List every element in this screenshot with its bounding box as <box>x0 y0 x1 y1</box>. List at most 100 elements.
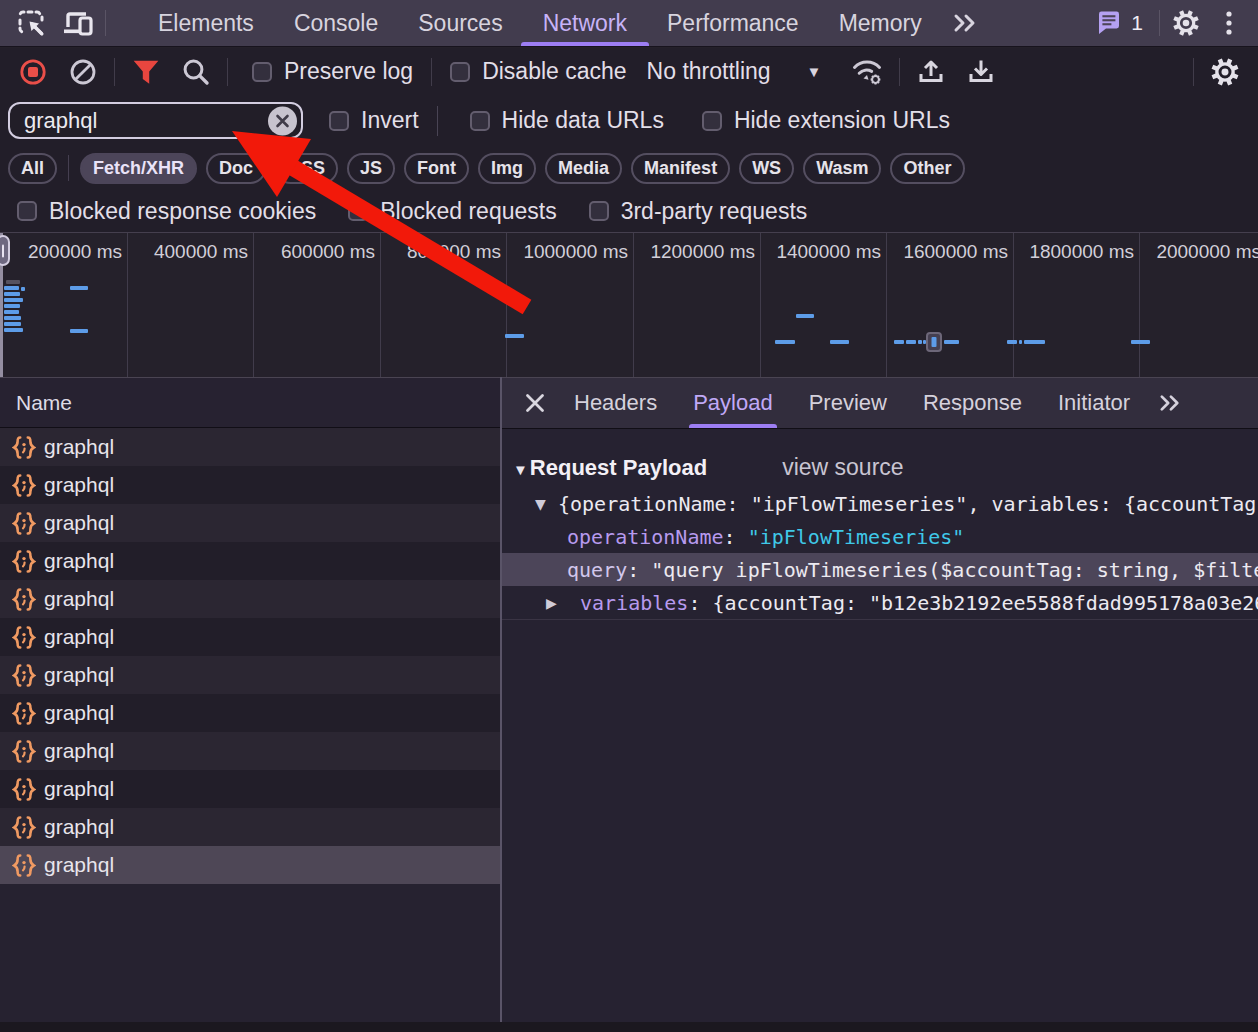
disable-cache-checkbox[interactable] <box>450 62 470 82</box>
export-har-button[interactable] <box>956 50 1006 94</box>
hide-data-urls-label: Hide data URLs <box>502 107 664 134</box>
payload-query-line[interactable]: query: "query ipFlowTimeseries($accountT… <box>502 553 1258 586</box>
type-chip-wasm[interactable]: Wasm <box>803 153 881 184</box>
more-details-tabs-button[interactable] <box>1148 393 1192 413</box>
inspect-element-button[interactable] <box>7 0 55 47</box>
payload-root-line[interactable]: ▼{operationName: "ipFlowTimeseries", var… <box>502 487 1258 520</box>
panel-tab-network[interactable]: Network <box>523 0 647 46</box>
customize-devtools-button[interactable] <box>1210 0 1248 47</box>
filter-toggle-button[interactable] <box>121 50 171 94</box>
record-network-log-button[interactable] <box>8 50 58 94</box>
network-settings-button[interactable] <box>1200 50 1250 94</box>
waterfall-mark <box>944 340 959 344</box>
view-source-link[interactable]: view source <box>782 454 903 481</box>
disable-cache-toggle[interactable]: Disable cache <box>438 58 638 85</box>
payload-operation-name-line[interactable]: operationName: "ipFlowTimeseries" <box>502 520 1258 553</box>
timeline-tick-label: 1000000 ms <box>523 241 628 263</box>
payload-variables-line[interactable]: ▶variables: {accountTag: "b12e3b2192ee55… <box>502 586 1258 619</box>
pane-divider[interactable] <box>500 377 502 1022</box>
toolbar-divider <box>437 106 438 136</box>
throttling-select[interactable]: No throttling ▼ <box>639 58 830 85</box>
invert-checkbox[interactable] <box>329 111 349 131</box>
hide-extension-urls-label: Hide extension URLs <box>734 107 950 134</box>
payload-tree: ▼{operationName: "ipFlowTimeseries", var… <box>502 487 1258 619</box>
json-braces-icon <box>12 548 36 575</box>
details-tab-initiator[interactable]: Initiator <box>1040 378 1148 428</box>
checkbox[interactable] <box>589 201 609 221</box>
type-chip-fetch-xhr[interactable]: Fetch/XHR <box>80 153 197 184</box>
clear-network-log-button[interactable] <box>58 50 108 94</box>
close-details-button[interactable] <box>514 382 556 424</box>
request-payload-section-header[interactable]: ▼ Request Payload view source <box>502 429 1258 487</box>
clear-filter-button[interactable] <box>268 106 297 135</box>
type-chip-ws[interactable]: WS <box>739 153 794 184</box>
timeline-tick-label: 1600000 ms <box>903 241 1008 263</box>
request-row[interactable]: graphql <box>0 694 500 732</box>
import-har-button[interactable] <box>906 50 956 94</box>
request-payload-title: Request Payload <box>530 455 707 481</box>
type-chip-js[interactable]: JS <box>347 153 395 184</box>
type-chip-css[interactable]: CSS <box>275 153 338 184</box>
request-row[interactable]: graphql <box>0 504 500 542</box>
preserve-log-toggle[interactable]: Preserve log <box>240 58 425 85</box>
details-tab-payload[interactable]: Payload <box>675 378 791 428</box>
type-chip-manifest[interactable]: Manifest <box>631 153 730 184</box>
request-row[interactable]: graphql <box>0 770 500 808</box>
panel-tab-elements[interactable]: Elements <box>138 0 274 46</box>
toggle-device-toolbar-button[interactable] <box>55 0 103 47</box>
waterfall-mark <box>775 340 795 344</box>
overview-resize-handle[interactable] <box>0 235 10 266</box>
search-network-button[interactable] <box>171 50 221 94</box>
close-icon <box>525 393 545 413</box>
type-chip-img[interactable]: Img <box>478 153 536 184</box>
request-row[interactable]: graphql <box>0 732 500 770</box>
network-overview-timeline[interactable]: 200000 ms400000 ms600000 ms800000 ms1000… <box>0 232 1258 377</box>
request-name: graphql <box>44 549 114 573</box>
blocking-toggle-blocked-requests[interactable]: Blocked requests <box>336 198 568 225</box>
panel-tab-performance[interactable]: Performance <box>647 0 819 46</box>
checkbox[interactable] <box>17 201 37 221</box>
request-row[interactable]: graphql <box>0 428 500 466</box>
request-row[interactable]: graphql <box>0 846 500 884</box>
request-row[interactable]: graphql <box>0 656 500 694</box>
preserve-log-checkbox[interactable] <box>252 62 272 82</box>
hide-extension-urls-checkbox[interactable] <box>702 111 722 131</box>
timeline-tick-label: 1800000 ms <box>1029 241 1134 263</box>
details-tab-headers[interactable]: Headers <box>556 378 675 428</box>
panel-tab-console[interactable]: Console <box>274 0 398 46</box>
network-conditions-button[interactable] <box>843 50 893 94</box>
blocking-toggle-blocked-response-cookies[interactable]: Blocked response cookies <box>5 198 328 225</box>
details-tab-preview[interactable]: Preview <box>791 378 905 428</box>
settings-button[interactable] <box>1162 0 1210 47</box>
panel-tab-memory[interactable]: Memory <box>819 0 942 46</box>
payload-key: variables <box>580 591 688 615</box>
type-chip-font[interactable]: Font <box>404 153 469 184</box>
request-row[interactable]: graphql <box>0 808 500 846</box>
request-row[interactable]: graphql <box>0 580 500 618</box>
invert-filter-toggle[interactable]: Invert <box>317 107 431 134</box>
panel-tab-sources[interactable]: Sources <box>398 0 522 46</box>
request-row[interactable]: graphql <box>0 618 500 656</box>
request-row[interactable]: graphql <box>0 466 500 504</box>
type-chip-other[interactable]: Other <box>890 153 964 184</box>
preserve-log-label: Preserve log <box>284 58 413 85</box>
blocking-toggle-3rd-party-requests[interactable]: 3rd-party requests <box>577 198 820 225</box>
name-column-header[interactable]: Name <box>0 378 500 428</box>
type-chip-doc[interactable]: Doc <box>206 153 266 184</box>
request-row[interactable]: graphql <box>0 542 500 580</box>
issues-counter[interactable]: 1 <box>1082 10 1157 36</box>
filter-input[interactable]: graphql <box>8 102 303 139</box>
request-name: graphql <box>44 435 114 459</box>
more-panels-button[interactable] <box>942 12 988 34</box>
invert-label: Invert <box>361 107 419 134</box>
hide-extension-urls-toggle[interactable]: Hide extension URLs <box>690 107 962 134</box>
details-tab-response[interactable]: Response <box>905 378 1040 428</box>
timeline-gridline <box>1013 233 1014 377</box>
checkbox[interactable] <box>348 201 368 221</box>
hide-data-urls-checkbox[interactable] <box>470 111 490 131</box>
network-toolbar-right <box>1187 50 1250 94</box>
hide-data-urls-toggle[interactable]: Hide data URLs <box>458 107 676 134</box>
type-chip-media[interactable]: Media <box>545 153 622 184</box>
search-icon <box>181 57 211 87</box>
type-chip-all[interactable]: All <box>8 153 57 184</box>
